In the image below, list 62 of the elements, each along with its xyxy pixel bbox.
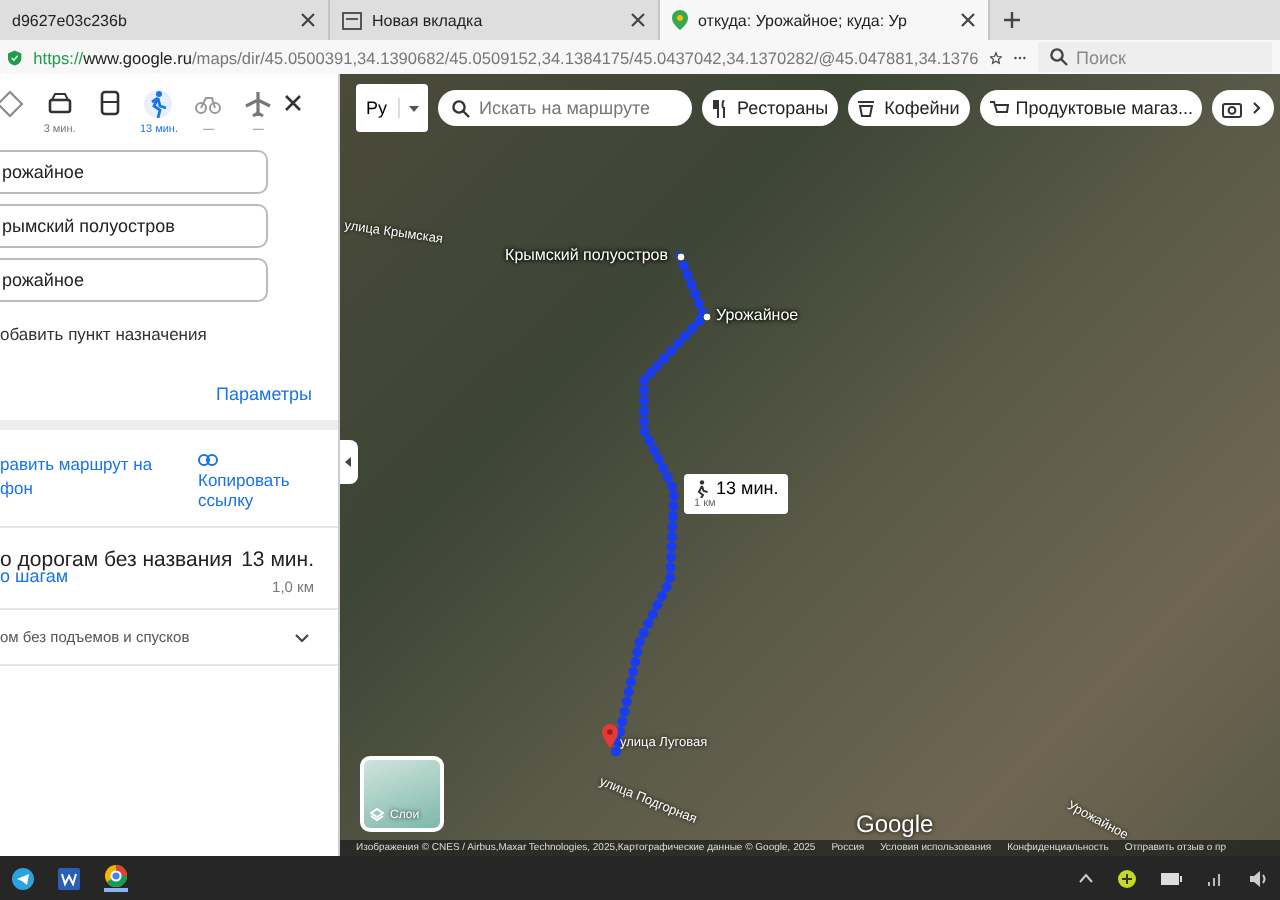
add-destination-link[interactable]: обавить пункт назначения xyxy=(0,312,338,344)
camera-icon xyxy=(1222,99,1243,117)
tab-title: d9627e03c236b xyxy=(12,11,129,29)
cup-icon xyxy=(858,99,879,117)
place-label: Крымский полуостров xyxy=(505,246,668,264)
layers-icon xyxy=(370,808,384,822)
close-icon[interactable] xyxy=(300,12,316,28)
car-icon xyxy=(45,90,74,118)
bus-icon xyxy=(95,90,124,118)
link-icon[interactable] xyxy=(198,454,218,466)
diamond-icon xyxy=(0,90,24,118)
address-field[interactable]: https://www.google.ru/maps/dir/45.0500391,34.1390682/45.0509152,34.1384175/45.0437042,34.1370282/@45.047881,34.1376 xyxy=(33,47,979,67)
new-tab-icon[interactable] xyxy=(1004,12,1020,28)
stop-input-field[interactable]: рожайное xyxy=(0,258,268,302)
copy-link[interactable]: Копировать ссылку xyxy=(198,470,302,510)
waypoint-dot-icon xyxy=(701,311,711,321)
star-icon[interactable] xyxy=(990,49,1003,65)
plus-circle-icon[interactable] xyxy=(1118,869,1136,887)
chevron-up-icon[interactable] xyxy=(1078,872,1094,884)
send-to-phone-link[interactable]: фон xyxy=(0,478,153,498)
shield-icon xyxy=(8,47,22,67)
category-chip[interactable] xyxy=(1212,90,1275,126)
chevron-down-icon[interactable] xyxy=(294,629,310,645)
page-icon xyxy=(342,11,362,29)
waypoint-dot-icon xyxy=(675,251,685,261)
category-chip[interactable]: Кофейни xyxy=(848,90,970,126)
caret-icon xyxy=(405,100,422,116)
tab-title: откуда: Урожайное; куда: Ур xyxy=(698,11,909,29)
options-link[interactable]: Параметры xyxy=(216,384,312,404)
stop-input-field[interactable]: рымский полуостров xyxy=(0,204,268,248)
plane-icon xyxy=(244,90,273,118)
close-icon[interactable] xyxy=(283,94,302,112)
walking-person-icon xyxy=(144,90,173,118)
speaker-icon[interactable] xyxy=(1248,869,1268,887)
search-icon xyxy=(1050,48,1069,66)
network-icon[interactable] xyxy=(1206,869,1224,887)
paper-plane-icon[interactable] xyxy=(12,867,34,889)
battery-icon[interactable] xyxy=(1160,871,1182,885)
walking-person-icon xyxy=(694,479,708,497)
chevron-right-icon xyxy=(1248,100,1265,116)
triangle-left-icon[interactable] xyxy=(340,454,356,470)
tab-title: Новая вкладка xyxy=(372,11,485,29)
place-label: Урожайное xyxy=(716,306,799,324)
cart-icon xyxy=(989,99,1010,117)
close-icon[interactable] xyxy=(960,12,976,28)
route-name: о дорогам без названия xyxy=(0,548,235,572)
search-icon xyxy=(451,99,470,117)
stop-input-field[interactable]: рожайное xyxy=(0,150,268,194)
browser-tab[interactable]: откуда: Урожайное; куда: Ур xyxy=(660,0,990,40)
route-time: 13 мин. xyxy=(241,548,314,572)
collapse-panel-button[interactable] xyxy=(340,440,358,484)
google-logo: Google xyxy=(856,810,934,838)
language-dropdown[interactable]: Ру xyxy=(356,84,428,132)
close-icon[interactable] xyxy=(630,12,646,28)
send-to-phone-link[interactable]: равить маршрут на xyxy=(0,454,153,474)
map-pin-icon xyxy=(602,724,618,748)
document-icon[interactable] xyxy=(58,867,80,889)
color-wheel-icon[interactable] xyxy=(104,864,128,892)
route-search-field[interactable]: Искать на маршруте xyxy=(437,90,692,126)
category-chip[interactable]: Рестораны xyxy=(701,90,839,126)
map-pin-icon xyxy=(672,10,688,30)
category-chip[interactable]: Продуктовые магаз... xyxy=(979,90,1203,126)
